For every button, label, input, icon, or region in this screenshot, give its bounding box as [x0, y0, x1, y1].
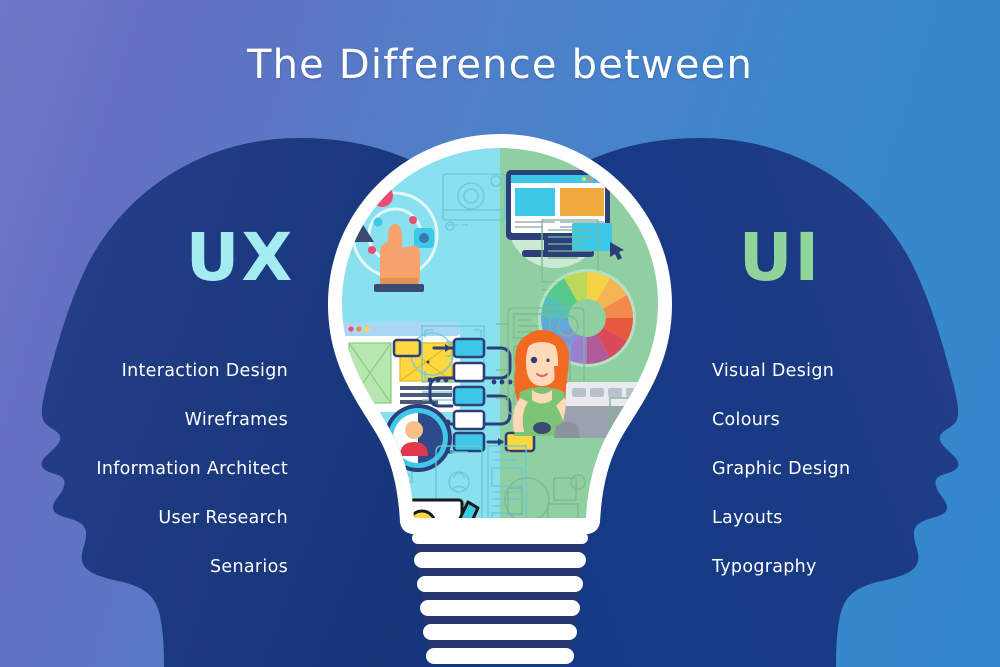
camera-outline-icon	[442, 173, 506, 231]
magnifier-persona-icon	[372, 404, 452, 502]
ux-item-label: Information Architect	[96, 458, 288, 479]
ux-item-label: Interaction Design	[121, 360, 288, 381]
list-item: Layouts	[712, 494, 972, 543]
list-item: Wireframes	[40, 396, 288, 445]
list-item: Senarios	[40, 543, 288, 592]
list-item: Visual Design	[712, 347, 972, 396]
ui-item-label: Layouts	[712, 507, 783, 528]
ui-item-label: Visual Design	[712, 360, 835, 381]
list-item: Colours	[712, 396, 972, 445]
ui-item-label: Graphic Design	[712, 458, 851, 479]
svg-text:a: a	[556, 524, 596, 597]
list-item: Graphic Design	[712, 445, 972, 494]
ux-item-label: User Research	[158, 507, 288, 528]
ui-layout-swatches-icon	[594, 474, 658, 518]
list-item: Typography	[712, 543, 972, 592]
checklist-outline-icon	[609, 397, 658, 483]
page-title: The Difference between	[246, 42, 753, 88]
list-item: Information Architect	[40, 445, 288, 494]
ux-list: Interaction Design Wireframes Informatio…	[40, 347, 288, 592]
ui-heading: UI	[738, 219, 822, 296]
ui-item-label: Typography	[712, 556, 817, 577]
list-item: Interaction Design	[40, 347, 288, 396]
ui-list: Visual Design Colours Graphic Design Lay…	[712, 347, 972, 592]
svg-text:A: A	[509, 520, 562, 598]
shapes-outline-icon	[504, 474, 586, 518]
list-item: User Research	[40, 494, 288, 543]
ux-item-label: Wireframes	[184, 409, 288, 430]
bulb-icon-layer: A a	[310, 130, 690, 667]
touch-interaction-icon	[346, 185, 439, 292]
ui-item-label: Colours	[712, 409, 780, 430]
ux-item-label: Senarios	[210, 556, 288, 577]
desktop-design-app-icon	[506, 170, 624, 268]
document-stack-pen-icon	[382, 498, 480, 518]
infographic-canvas: The Difference between UX UI Interaction…	[0, 0, 1000, 667]
typography-aa-pen-icon: A a	[509, 520, 622, 604]
